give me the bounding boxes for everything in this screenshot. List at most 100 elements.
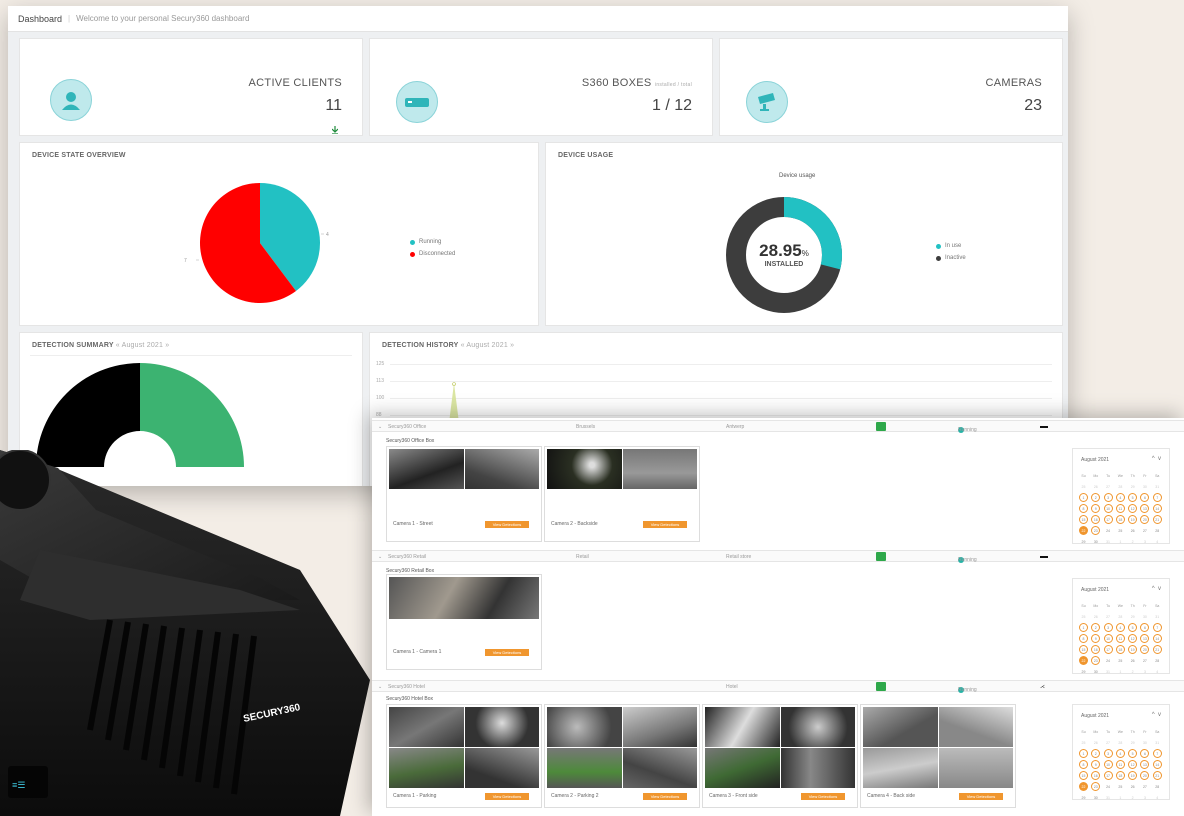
calendar-day[interactable]: 10 <box>1103 760 1113 769</box>
calendar-day[interactable]: 1 <box>1079 493 1088 502</box>
calendar-day[interactable]: 3 <box>1103 493 1113 502</box>
calendar-day[interactable]: 31 <box>1153 612 1162 621</box>
calendar-day[interactable]: 17 <box>1103 515 1113 524</box>
calendar-day[interactable]: 21 <box>1152 515 1162 524</box>
calendar-day[interactable]: 1 <box>1079 749 1088 758</box>
calendar-day[interactable]: 27 <box>1104 482 1113 491</box>
calendar-day[interactable]: 30 <box>1091 793 1100 802</box>
calendar-day[interactable]: 18 <box>1115 771 1125 780</box>
detection-history-period[interactable]: « August 2021 » <box>461 342 515 349</box>
calendar-day[interactable]: 2 <box>1128 537 1137 546</box>
calendar-day[interactable]: 17 <box>1103 645 1113 654</box>
calendar-day[interactable]: 11 <box>1115 504 1125 513</box>
camera-thumbnail[interactable] <box>938 707 1013 747</box>
calendar-day[interactable]: 25 <box>1116 782 1125 791</box>
calendar-day[interactable]: 8 <box>1079 760 1088 769</box>
camera-thumbnail[interactable] <box>863 748 938 788</box>
calendar-day[interactable]: 15 <box>1079 515 1088 524</box>
view-detections-button[interactable]: View Detections <box>485 521 529 528</box>
calendar-day[interactable]: 26 <box>1128 526 1137 535</box>
legend-running[interactable]: Running <box>410 239 455 245</box>
camera-thumbnail[interactable] <box>547 449 622 489</box>
calendar-nav-icon[interactable]: ^ v <box>1152 712 1161 718</box>
calendar-day[interactable]: 12 <box>1128 634 1138 643</box>
calendar-day[interactable]: 13 <box>1140 634 1150 643</box>
calendar-day[interactable]: 21 <box>1152 645 1162 654</box>
view-detections-button[interactable]: View Detections <box>485 793 529 800</box>
calendar-day[interactable]: 5 <box>1128 749 1138 758</box>
calendar-day[interactable]: 4 <box>1153 537 1162 546</box>
calendar-day[interactable]: 22 <box>1079 782 1088 791</box>
camera-thumbnail[interactable] <box>622 449 697 489</box>
calendar-day[interactable]: 27 <box>1140 656 1149 665</box>
camera-thumbnail[interactable] <box>780 707 855 747</box>
breadcrumb[interactable]: Dashboard <box>18 14 62 24</box>
camera-thumbnail[interactable] <box>863 707 938 747</box>
camera-thumbnail[interactable] <box>464 748 539 788</box>
calendar-day[interactable]: 18 <box>1115 515 1125 524</box>
calendar-day[interactable]: 19 <box>1128 515 1138 524</box>
calendar-day[interactable]: 3 <box>1103 623 1113 632</box>
calendar-day[interactable]: 28 <box>1116 482 1125 491</box>
calendar-day[interactable]: 30 <box>1140 738 1149 747</box>
calendar-day[interactable]: 14 <box>1152 760 1162 769</box>
calendar-day[interactable]: 16 <box>1091 645 1101 654</box>
box-row[interactable]: ⌄ Secury360 Office Brussels Antwerp Runn… <box>372 420 1184 433</box>
calendar-day[interactable]: 27 <box>1140 782 1149 791</box>
calendar-day[interactable]: 27 <box>1104 612 1113 621</box>
camera-thumbnail[interactable] <box>780 748 855 788</box>
calendar-day[interactable]: 11 <box>1115 634 1125 643</box>
calendar-day[interactable]: 15 <box>1079 771 1088 780</box>
calendar-day[interactable]: 27 <box>1104 738 1113 747</box>
view-detections-button[interactable]: View Detections <box>959 793 1003 800</box>
calendar-day[interactable]: 25 <box>1079 738 1088 747</box>
calendar-day[interactable]: 24 <box>1104 782 1113 791</box>
legend-inactive[interactable]: Inactive <box>936 255 966 261</box>
calendar-day[interactable]: 7 <box>1152 749 1162 758</box>
calendar-day[interactable]: 8 <box>1079 504 1088 513</box>
camera-card[interactable]: Camera 1 - Street View Detections <box>386 446 542 542</box>
calendar-day[interactable]: 21 <box>1152 771 1162 780</box>
chevron-down-icon[interactable]: ⌄ <box>378 554 382 560</box>
calendar-day[interactable]: 31 <box>1104 537 1113 546</box>
calendar-day[interactable]: 3 <box>1103 749 1113 758</box>
calendar-day[interactable]: 16 <box>1091 515 1101 524</box>
chevron-down-icon[interactable]: ⌄ <box>378 424 382 430</box>
calendar-day[interactable]: 23 <box>1091 782 1101 791</box>
camera-thumbnail[interactable] <box>464 449 539 489</box>
calendar-day[interactable]: 2 <box>1128 793 1137 802</box>
calendar-day[interactable]: 23 <box>1091 526 1101 535</box>
calendar-day[interactable]: 24 <box>1104 656 1113 665</box>
calendar-day[interactable]: 1 <box>1116 537 1125 546</box>
calendar-day[interactable]: 12 <box>1128 504 1138 513</box>
calendar-day[interactable]: 10 <box>1103 504 1113 513</box>
camera-thumbnail[interactable] <box>705 748 780 788</box>
calendar-day[interactable]: 13 <box>1140 504 1150 513</box>
calendar-day[interactable]: 23 <box>1091 656 1101 665</box>
legend-in-use[interactable]: In use <box>936 243 966 249</box>
calendar-day[interactable]: 10 <box>1103 634 1113 643</box>
legend-disconnected[interactable]: Disconnected <box>410 251 455 257</box>
calendar-day[interactable]: 3 <box>1140 793 1149 802</box>
calendar-day[interactable]: 29 <box>1128 612 1137 621</box>
calendar-day[interactable]: 13 <box>1140 760 1150 769</box>
calendar-day[interactable]: 2 <box>1128 667 1137 676</box>
calendar-day[interactable]: 5 <box>1128 493 1138 502</box>
calendar-nav-icon[interactable]: ^ v <box>1152 586 1161 592</box>
calendar-day[interactable]: 30 <box>1091 537 1100 546</box>
calendar-day[interactable]: 3 <box>1140 537 1149 546</box>
camera-thumbnail[interactable] <box>622 748 697 788</box>
calendar-day[interactable]: 29 <box>1128 482 1137 491</box>
calendar-day[interactable]: 4 <box>1115 623 1125 632</box>
calendar-day[interactable]: 31 <box>1104 667 1113 676</box>
view-detections-button[interactable]: View Detections <box>643 521 687 528</box>
calendar-day[interactable]: 15 <box>1079 645 1088 654</box>
calendar-day[interactable]: 26 <box>1091 738 1100 747</box>
calendar-day[interactable]: 9 <box>1091 634 1101 643</box>
calendar-day[interactable]: 25 <box>1116 526 1125 535</box>
calendar-day[interactable]: 20 <box>1140 771 1150 780</box>
calendar-day[interactable]: 11 <box>1115 760 1125 769</box>
calendar-day[interactable]: 14 <box>1152 634 1162 643</box>
calendar-day[interactable]: 7 <box>1152 623 1162 632</box>
camera-thumbnail[interactable] <box>389 748 464 788</box>
